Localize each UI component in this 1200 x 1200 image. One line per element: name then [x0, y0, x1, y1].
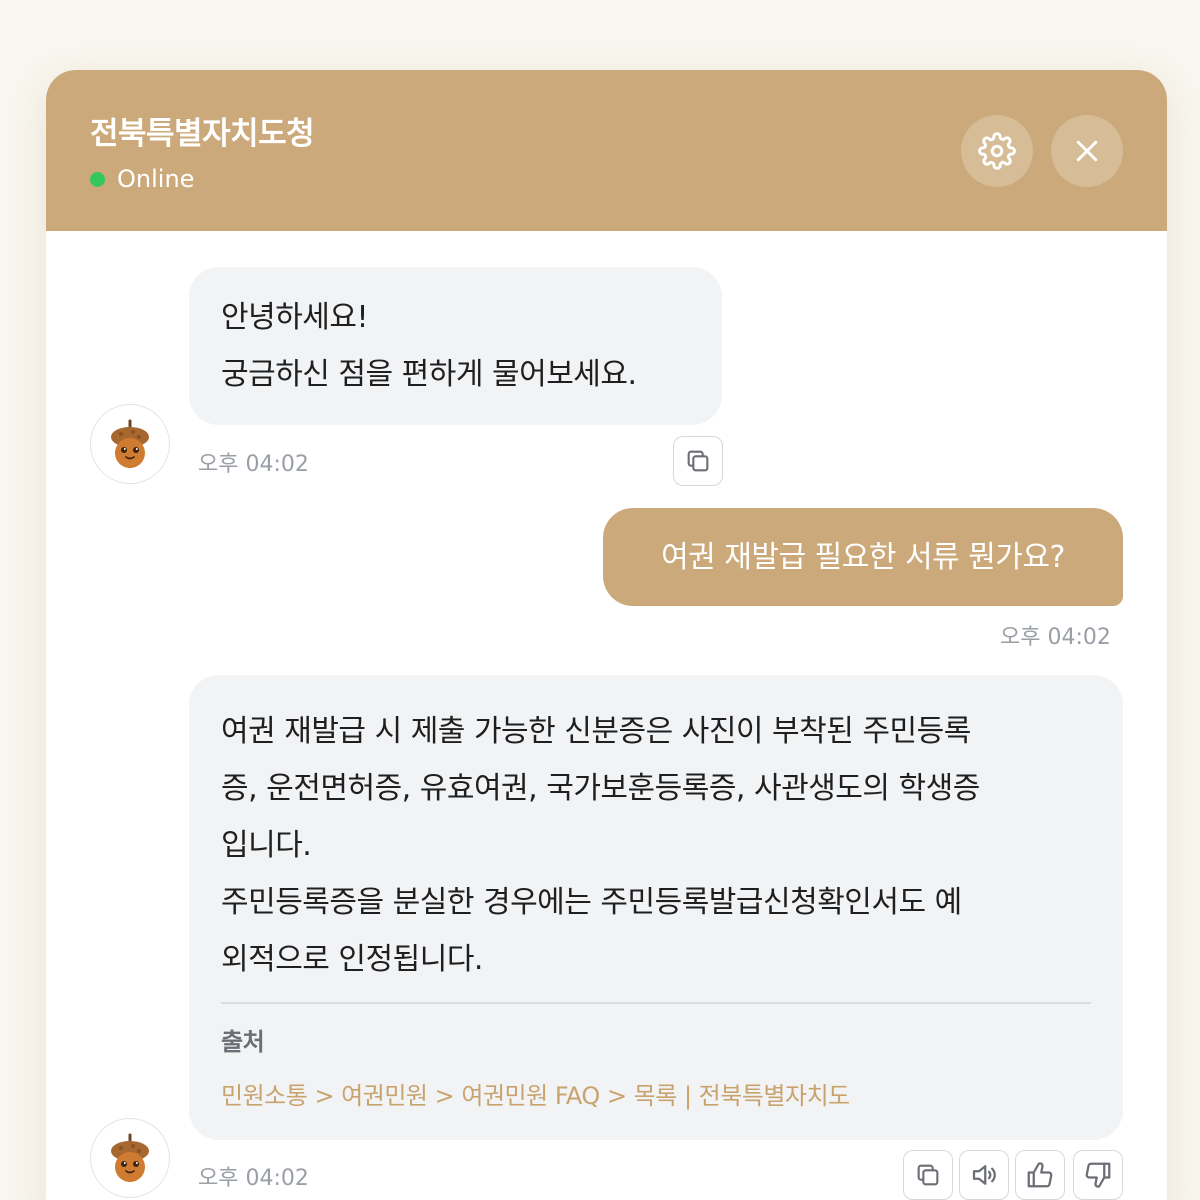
bot-avatar [90, 1118, 170, 1198]
chat-window: 전북특별자치도청 Online 안녕하세요! 궁금하신 점을 편하게 물어보세요… [46, 70, 1167, 1200]
close-button[interactable] [1051, 115, 1123, 187]
message-line: 입니다. [221, 828, 312, 863]
message-line: 궁금하신 점을 편하게 물어보세요. [221, 357, 637, 392]
settings-button[interactable] [961, 115, 1033, 187]
message-time: 오후 04:02 [198, 1166, 309, 1191]
gear-icon [978, 132, 1016, 170]
message-time: 오후 04:02 [198, 452, 309, 477]
source-divider [221, 1002, 1091, 1004]
bot-message-greeting: 안녕하세요! 궁금하신 점을 편하게 물어보세요. [189, 267, 722, 425]
dislike-button[interactable] [1073, 1150, 1123, 1200]
online-dot [90, 171, 105, 187]
bot-message-answer: 여권 재발급 시 제출 가능한 신분증은 사진이 부착된 주민등록 증, 운전면… [189, 675, 1123, 1140]
user-message: 여권 재발급 필요한 서류 뭔가요? [603, 508, 1123, 606]
message-line: 외적으로 인정됩니다. [221, 942, 483, 977]
message-time: 오후 04:02 [1000, 625, 1111, 650]
message-line: 여권 재발급 시 제출 가능한 신분증은 사진이 부착된 주민등록 [221, 714, 971, 749]
copy-icon [687, 450, 709, 472]
thumbs-down-icon [1085, 1162, 1111, 1188]
status-text: Online [117, 165, 195, 193]
acorn-mascot-icon [111, 419, 149, 468]
copy-button[interactable] [673, 436, 723, 486]
chat-header: 전북특별자치도청 Online [46, 70, 1167, 231]
like-button[interactable] [1015, 1150, 1065, 1200]
bot-avatar [90, 404, 170, 484]
copy-button[interactable] [903, 1150, 953, 1200]
source-label: 출처 [221, 1028, 265, 1056]
copy-icon [917, 1164, 939, 1186]
message-line: 주민등록증을 분실한 경우에는 주민등록발급신청확인서도 예 [221, 885, 962, 920]
message-line: 안녕하세요! [221, 300, 369, 335]
user-message-text: 여권 재발급 필요한 서류 뭔가요? [661, 539, 1065, 575]
thumbs-up-icon [1027, 1162, 1053, 1188]
speaker-icon [972, 1165, 996, 1185]
close-icon [1076, 140, 1098, 162]
message-line: 증, 운전면허증, 유효여권, 국가보훈등록증, 사관생도의 학생증 [221, 771, 980, 806]
chat-title: 전북특별자치도청 [90, 116, 315, 152]
acorn-mascot-icon [111, 1133, 149, 1182]
source-link[interactable]: 민원소통 > 여권민원 > 여권민원 FAQ > 목록 | 전북특별자치도 [221, 1080, 850, 1112]
status-indicator: Online [90, 165, 194, 193]
speak-button[interactable] [959, 1150, 1009, 1200]
